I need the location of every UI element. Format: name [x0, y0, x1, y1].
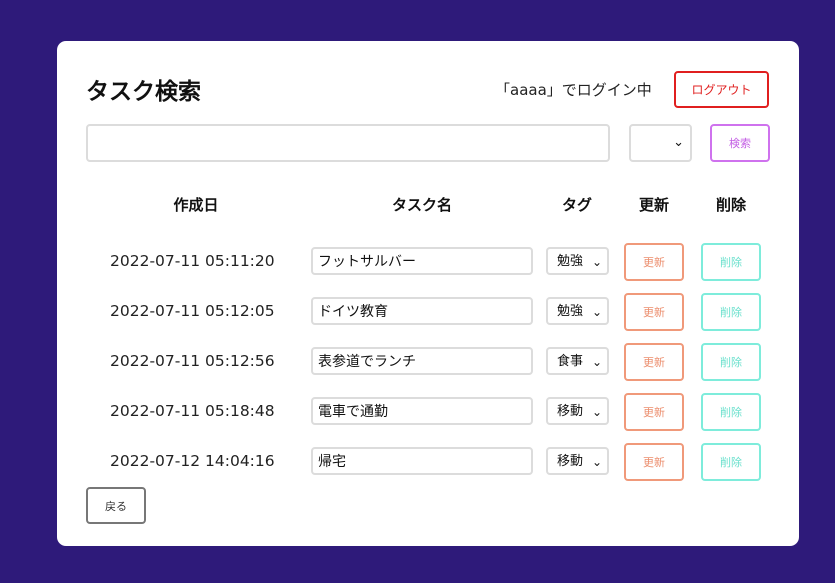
task-name-input[interactable]: ドイツ教育 [311, 297, 533, 325]
tag-select-value: 移動 [557, 454, 584, 469]
chevron-down-icon: ⌄ [591, 255, 602, 269]
tag-select[interactable]: 勉強 ⌄ [546, 247, 609, 275]
tag-select[interactable]: 食事 ⌄ [546, 347, 609, 375]
delete-button[interactable]: 削除 [701, 293, 761, 331]
task-name-input[interactable]: フットサルバー [311, 247, 533, 275]
delete-button[interactable]: 削除 [701, 343, 761, 381]
tag-filter-select[interactable]: ⌄ [629, 124, 692, 162]
task-search-card: タスク検索 「aaaa」でログイン中 ログアウト ⌄ 検索 作成日 タスク名 タ… [57, 41, 799, 546]
login-status: 「aaaa」でログイン中 [495, 81, 652, 99]
task-name-input[interactable]: 帰宅 [311, 447, 533, 475]
created-date: 2022-07-11 05:11:20 [110, 252, 275, 270]
chevron-down-icon: ⌄ [591, 355, 602, 369]
table-row: 2022-07-11 05:12:05 ドイツ教育 勉強 ⌄ 更新 削除 [57, 292, 799, 332]
update-button[interactable]: 更新 [624, 293, 684, 331]
column-header-task-name: タスク名 [391, 196, 452, 214]
tag-select[interactable]: 勉強 ⌄ [546, 297, 609, 325]
search-input[interactable] [86, 124, 610, 162]
table-row: 2022-07-12 14:04:16 帰宅 移動 ⌄ 更新 削除 [57, 442, 799, 482]
delete-button[interactable]: 削除 [701, 443, 761, 481]
delete-button[interactable]: 削除 [701, 393, 761, 431]
created-date: 2022-07-11 05:12:05 [110, 302, 275, 320]
tag-select-value: 移動 [557, 404, 584, 419]
chevron-down-icon: ⌄ [591, 305, 602, 319]
table-row: 2022-07-11 05:18:48 電車で通勤 移動 ⌄ 更新 削除 [57, 392, 799, 432]
tag-select-value: 勉強 [557, 304, 584, 319]
update-button[interactable]: 更新 [624, 243, 684, 281]
chevron-down-icon: ⌄ [673, 135, 684, 150]
chevron-down-icon: ⌄ [591, 405, 602, 419]
page-title: タスク検索 [86, 79, 201, 105]
created-date: 2022-07-12 14:04:16 [110, 452, 275, 470]
created-date: 2022-07-11 05:18:48 [110, 402, 275, 420]
table-row: 2022-07-11 05:11:20 フットサルバー 勉強 ⌄ 更新 削除 [57, 242, 799, 282]
column-header-tag: タグ [561, 196, 592, 214]
tag-select[interactable]: 移動 ⌄ [546, 397, 609, 425]
task-name-input[interactable]: 表参道でランチ [311, 347, 533, 375]
created-date: 2022-07-11 05:12:56 [110, 352, 275, 370]
update-button[interactable]: 更新 [624, 443, 684, 481]
column-header-created: 作成日 [173, 196, 219, 214]
tag-select-value: 勉強 [557, 254, 584, 269]
task-name-input[interactable]: 電車で通勤 [311, 397, 533, 425]
update-button[interactable]: 更新 [624, 343, 684, 381]
tag-select-value: 食事 [557, 354, 584, 369]
back-button[interactable]: 戻る [86, 487, 146, 524]
update-button[interactable]: 更新 [624, 393, 684, 431]
column-header-update: 更新 [638, 196, 669, 214]
logout-button[interactable]: ログアウト [674, 71, 769, 108]
delete-button[interactable]: 削除 [701, 243, 761, 281]
search-button[interactable]: 検索 [710, 124, 770, 162]
tag-select[interactable]: 移動 ⌄ [546, 447, 609, 475]
chevron-down-icon: ⌄ [591, 455, 602, 469]
column-header-delete: 削除 [715, 196, 746, 214]
table-row: 2022-07-11 05:12:56 表参道でランチ 食事 ⌄ 更新 削除 [57, 342, 799, 382]
